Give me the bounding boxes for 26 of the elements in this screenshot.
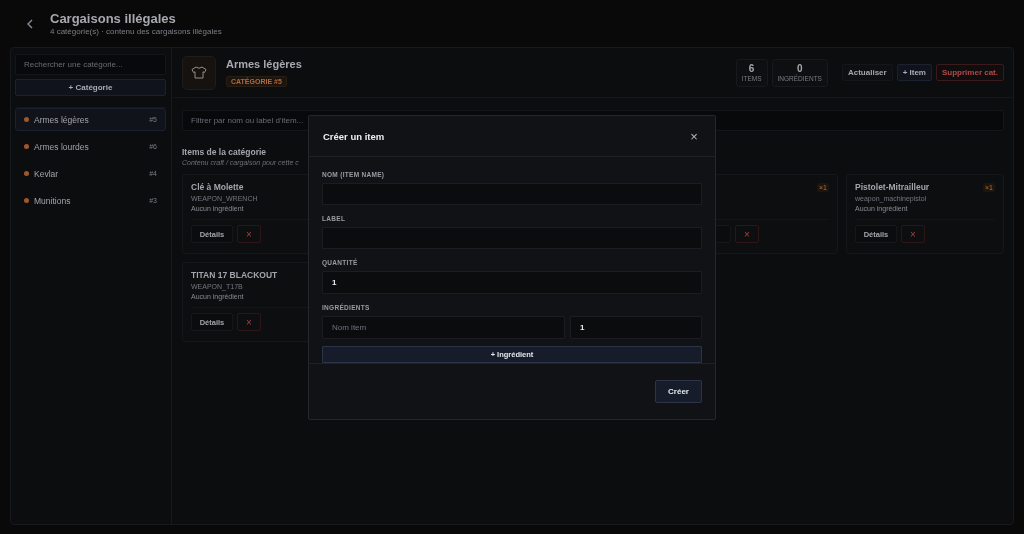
input-field[interactable]: 1 bbox=[322, 271, 702, 294]
stat-value: 0 bbox=[796, 63, 803, 74]
create-button[interactable]: Créer bbox=[655, 380, 702, 403]
category-name: Kevlar bbox=[34, 168, 60, 179]
category-title: Armes légères bbox=[226, 57, 302, 70]
category-name: Munitions bbox=[34, 195, 72, 206]
refresh-button[interactable]: Actualiser bbox=[841, 64, 893, 81]
item-name: Pistolet-Mitrailleur bbox=[855, 182, 930, 192]
category-name: Armes lourdes bbox=[34, 141, 90, 152]
ingredient-name-field[interactable]: Nom item bbox=[322, 315, 565, 339]
back-icon[interactable] bbox=[26, 18, 34, 29]
add-item-button[interactable]: + Item bbox=[896, 64, 932, 81]
stat-value: 6 bbox=[748, 63, 755, 74]
item-name: Clé à Molette bbox=[191, 182, 244, 192]
delete-category-button[interactable]: Supprimer cat. bbox=[936, 64, 1004, 81]
shirt-icon bbox=[191, 66, 207, 79]
section-title: Items de la catégorie bbox=[182, 147, 268, 157]
page-subtitle: 4 catégorie(s) · contenu des cargaisons illégales bbox=[50, 27, 222, 36]
category-name: Armes légères bbox=[34, 114, 90, 125]
page-title: Cargaisons illégales bbox=[50, 11, 177, 26]
ingredient-quantity-field[interactable]: 1 bbox=[570, 315, 702, 339]
search-field[interactable]: Rechercher une catégorie... bbox=[15, 54, 166, 75]
add-category-button[interactable]: + Catégorie bbox=[15, 79, 166, 96]
item-name: TITAN 17 BLACKOUT bbox=[191, 270, 278, 280]
close-button[interactable]: × bbox=[687, 128, 701, 144]
dialog-title: Créer un item bbox=[323, 130, 385, 142]
